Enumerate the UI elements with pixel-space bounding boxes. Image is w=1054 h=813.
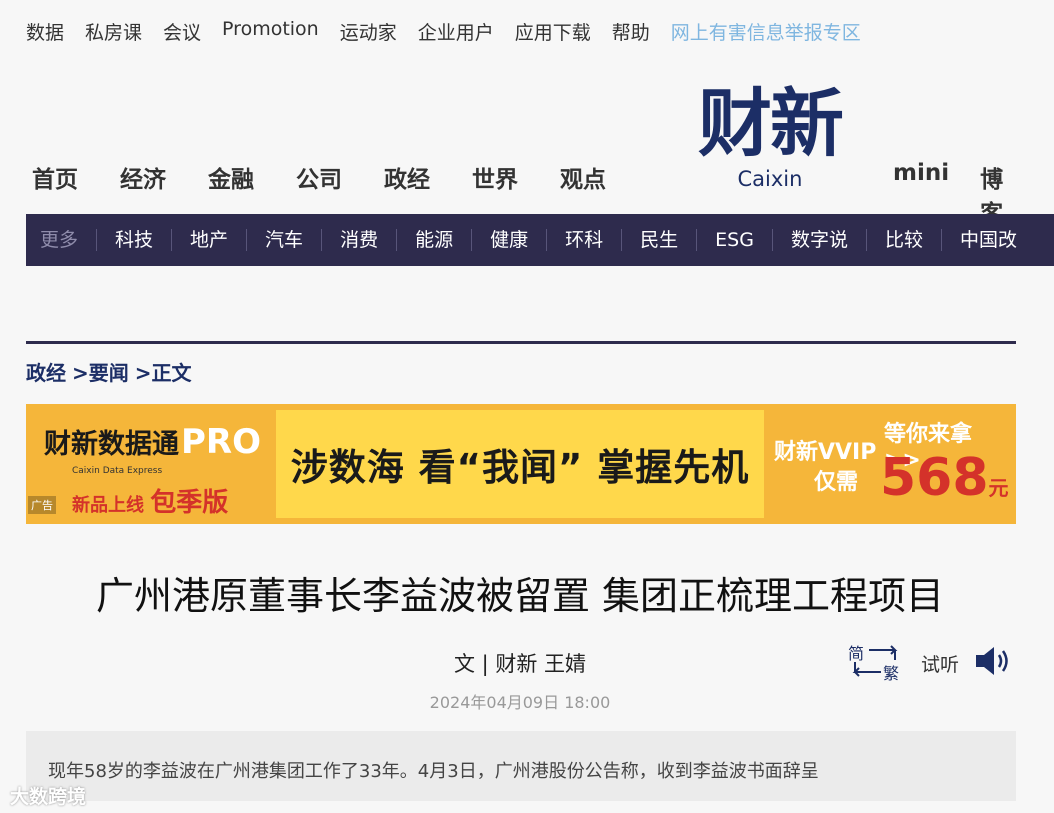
ad-banner[interactable]: 财新数据通PRO Caixin Data Express 新品上线 包季版 广告… xyxy=(26,404,1016,524)
ad-brand: 财新数据通PRO xyxy=(44,422,262,462)
sub-nav-auto[interactable]: 汽车 xyxy=(247,229,323,251)
ad-vvip: 财新VVIP 仅需 xyxy=(774,440,877,495)
ad-right-panel: 等你来拿 >> 财新VVIP 仅需 568元 xyxy=(764,404,1016,524)
main-nav-home[interactable]: 首页 xyxy=(32,160,78,194)
sub-nav-health[interactable]: 健康 xyxy=(472,229,548,251)
sub-nav-consumer[interactable]: 消费 xyxy=(322,229,398,251)
caixin-logo[interactable]: 财新 Caixin xyxy=(688,84,852,196)
topbar-link-promotion[interactable]: Promotion xyxy=(222,18,319,45)
breadcrumb-current: >正文 xyxy=(134,361,192,385)
topbar-link-sports[interactable]: 运动家 xyxy=(340,18,397,45)
ad-slogan: 涉数海 看“我闻” 掌握先机 xyxy=(290,446,750,489)
convert-traditional-label: 繁 xyxy=(883,664,900,683)
main-nav-politics[interactable]: 政经 xyxy=(384,160,430,194)
article-summary-box: 现年58岁的李益波在广州港集团工作了33年。4月3日，广州港股份公告称，收到李益… xyxy=(26,731,1016,801)
sub-nav-tech[interactable]: 科技 xyxy=(97,229,173,251)
topbar-link-report-harmful-info[interactable]: 网上有害信息举报专区 xyxy=(671,18,861,45)
section-divider xyxy=(26,341,1016,344)
convert-simplified-label: 简 xyxy=(848,644,865,663)
topbar-link-help[interactable]: 帮助 xyxy=(612,18,650,45)
ad-slogan-panel: 涉数海 看“我闻” 掌握先机 xyxy=(276,410,764,518)
logo-english-text: Caixin xyxy=(737,167,803,191)
ad-tag: 广告 xyxy=(28,496,56,514)
main-nav-world[interactable]: 世界 xyxy=(472,160,518,194)
article-summary: 现年58岁的李益波在广州港集团工作了33年。4月3日，广州港股份公告称，收到李益… xyxy=(48,761,819,782)
simplified-traditional-toggle[interactable]: 简 繁 xyxy=(845,640,907,684)
ad-brand-english: Caixin Data Express xyxy=(72,466,163,476)
listen-button[interactable]: 试听 xyxy=(921,650,959,677)
article-date: 2024年04月09日 18:00 xyxy=(429,693,611,712)
main-nav-economy[interactable]: 经济 xyxy=(120,160,166,194)
breadcrumb-headlines[interactable]: >要闻 xyxy=(72,357,129,386)
main-nav-finance[interactable]: 金融 xyxy=(208,160,254,194)
sub-nav-energy[interactable]: 能源 xyxy=(397,229,473,251)
ad-price: 568元 xyxy=(880,448,1009,508)
logo-chinese-text: 财新 xyxy=(698,81,844,167)
sub-nav: 更多 科技 地产 汽车 消费 能源 健康 环科 民生 ESG 数字说 比较 中国… xyxy=(26,214,1054,266)
sub-nav-data-story[interactable]: 数字说 xyxy=(773,229,867,251)
topbar-link-app-download[interactable]: 应用下载 xyxy=(515,18,591,45)
main-nav-companies[interactable]: 公司 xyxy=(296,160,342,194)
sub-nav-environment[interactable]: 环科 xyxy=(547,229,623,251)
article-headline: 广州港原董事长李益波被留置 集团正梳理工程项目 xyxy=(95,574,945,618)
ad-launch: 新品上线 包季版 xyxy=(72,488,229,518)
sub-nav-compare[interactable]: 比较 xyxy=(867,229,942,251)
breadcrumb: 政经 >要闻 >正文 xyxy=(26,357,192,386)
topbar-link-private-class[interactable]: 私房课 xyxy=(85,18,142,45)
sub-nav-more[interactable]: 更多 xyxy=(26,229,98,251)
topbar-link-conference[interactable]: 会议 xyxy=(163,18,201,45)
sub-nav-property[interactable]: 地产 xyxy=(172,229,248,251)
ad-left-panel: 财新数据通PRO Caixin Data Express 新品上线 包季版 广告 xyxy=(26,404,276,524)
sub-nav-livelihood[interactable]: 民生 xyxy=(622,229,698,251)
speaker-icon[interactable] xyxy=(974,645,1014,681)
watermark: 大数跨境 xyxy=(10,786,87,808)
breadcrumb-politics[interactable]: 政经 xyxy=(26,357,66,386)
sub-nav-china-reform[interactable]: 中国改 xyxy=(942,229,1035,251)
sub-nav-esg[interactable]: ESG xyxy=(697,229,773,251)
main-nav: 首页 经济 金融 公司 政经 世界 观点 xyxy=(32,160,648,194)
topbar-link-data[interactable]: 数据 xyxy=(26,18,64,45)
top-utility-bar: 数据 私房课 会议 Promotion 运动家 企业用户 应用下载 帮助 网上有… xyxy=(26,18,861,45)
main-nav-opinion[interactable]: 观点 xyxy=(560,160,606,194)
topbar-link-enterprise[interactable]: 企业用户 xyxy=(418,18,494,45)
